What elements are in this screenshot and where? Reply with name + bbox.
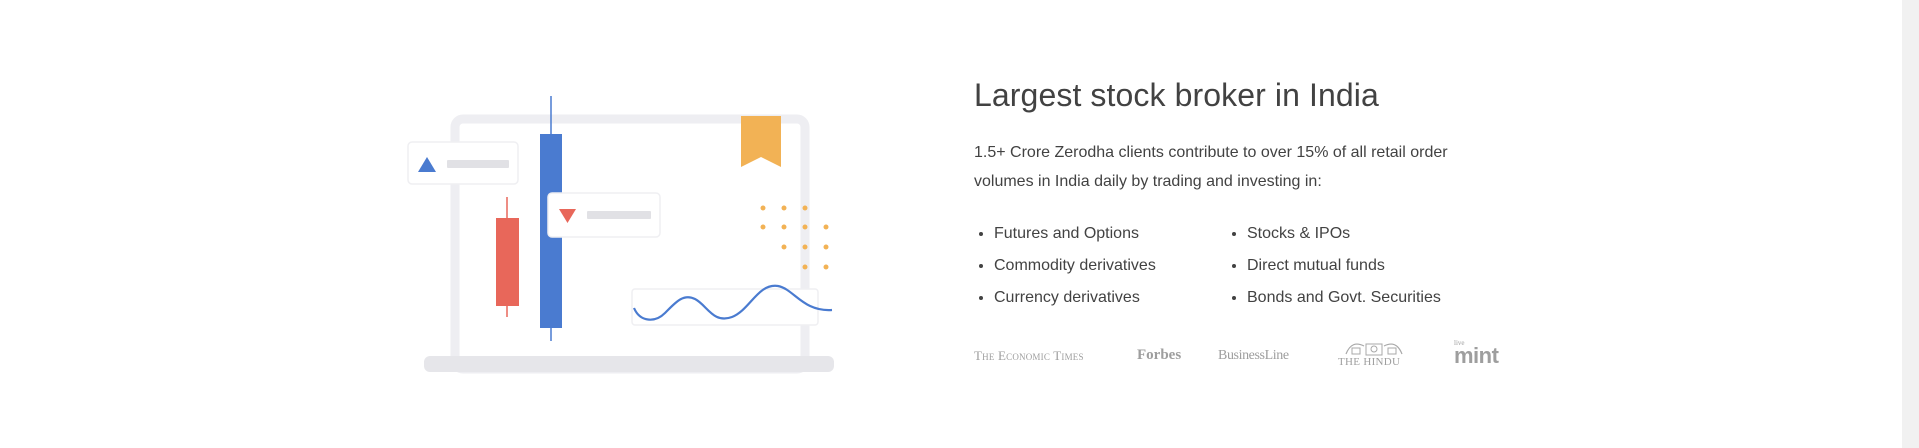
the-hindu-wordmark: THE HINDU [1338,356,1401,368]
wave-card [631,288,819,326]
laptop-base [424,356,834,372]
dot-grid [760,205,829,270]
business-line-logo: BusinessLine [1218,348,1289,363]
forbes-logo: Forbes [1137,347,1182,363]
laptop-chart-illustration [407,96,834,374]
press-logos: The Economic Times Forbes BusinessLine T… [974,339,1534,372]
page-description: 1.5+ Crore Zerodha clients contribute to… [974,144,1448,190]
the-hindu-emblem-icon [1345,343,1403,356]
red-candle [496,218,519,306]
content-panel: Largest stock broker in India 1.5+ Crore… [974,72,1534,372]
bookmark-icon [741,116,781,167]
the-hindu-logo: THE HINDU [1338,340,1410,372]
economic-times-logo: The Economic Times [974,348,1084,363]
list-item: Bonds and Govt. Securities [1247,282,1507,314]
list-item: Direct mutual funds [1247,250,1507,282]
market-illustration [400,90,840,380]
product-lists: Futures and Options Commodity derivative… [974,218,1534,314]
product-list-right: Stocks & IPOs Direct mutual funds Bonds … [1227,218,1507,314]
down-card-placeholder [587,211,651,219]
mint-logo: live mint [1454,339,1504,372]
scrollbar-track[interactable] [1902,0,1919,448]
list-item: Commodity derivatives [994,250,1227,282]
mint-logo-wordmark: mint [1454,343,1499,368]
product-list-left: Futures and Options Commodity derivative… [974,218,1227,314]
list-item: Futures and Options [994,218,1227,250]
page-title: Largest stock broker in India [974,77,1379,113]
list-item: Currency derivatives [994,282,1227,314]
list-item: Stocks & IPOs [1247,218,1507,250]
up-card-placeholder [447,160,509,168]
